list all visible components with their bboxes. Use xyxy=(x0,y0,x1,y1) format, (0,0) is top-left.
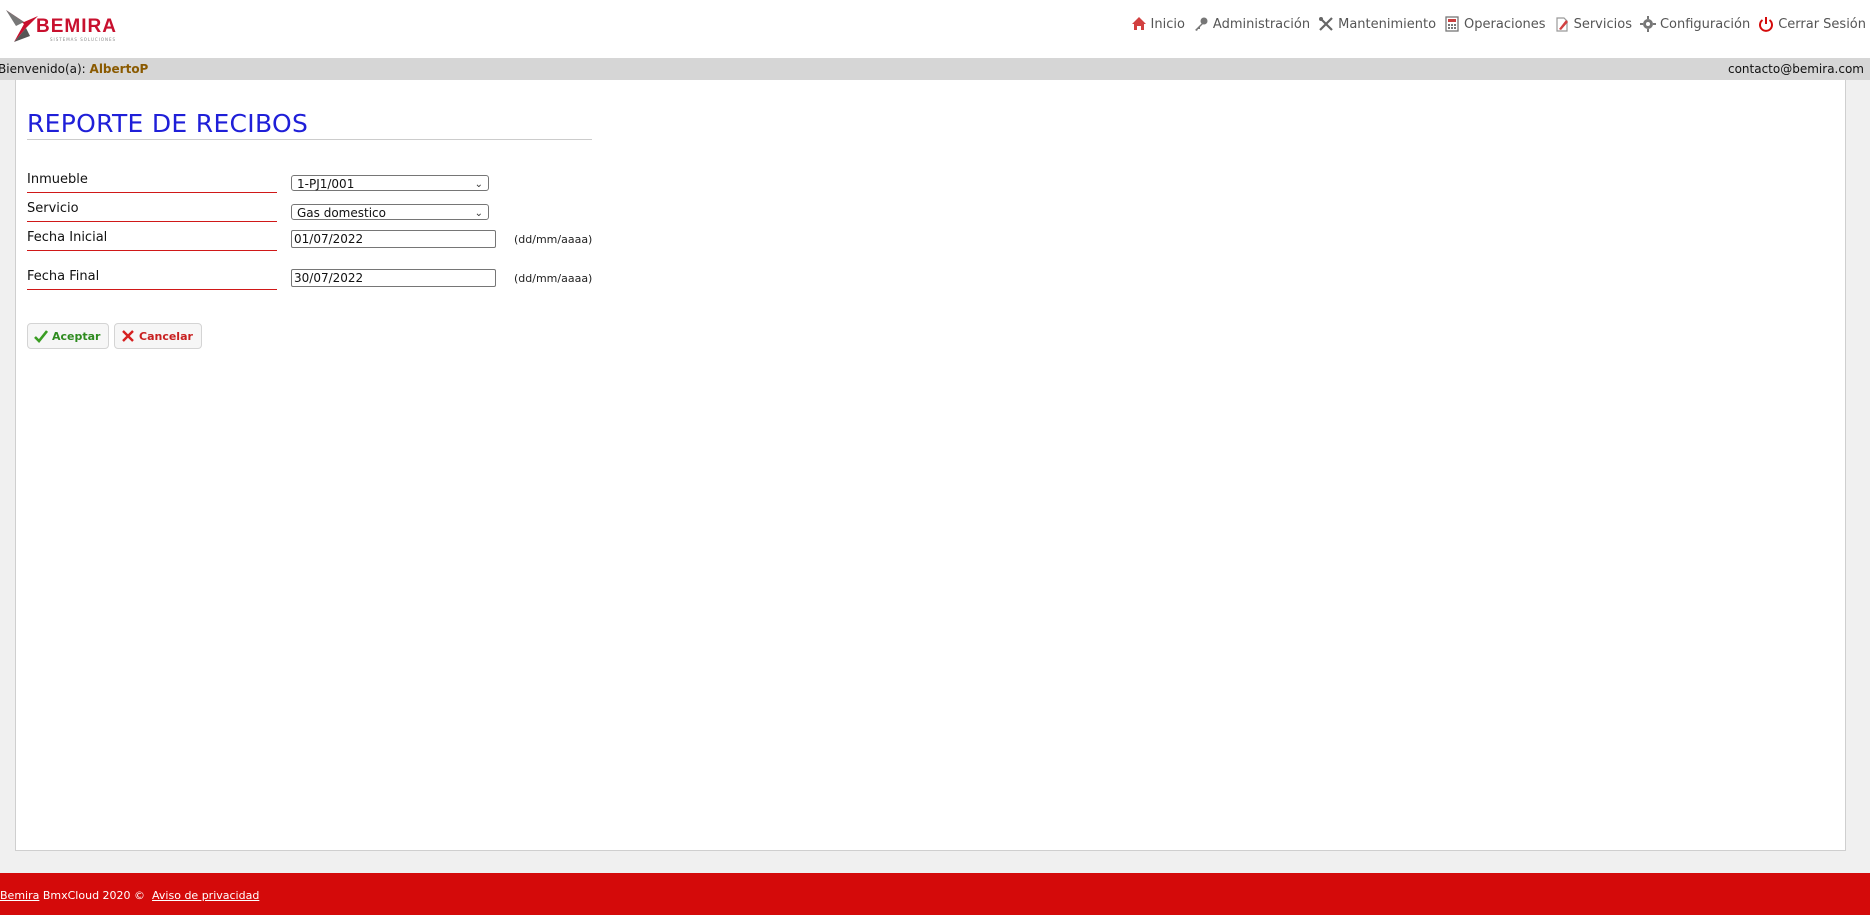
page-title: REPORTE DE RECIBOS xyxy=(27,109,592,140)
date-format-hint: (dd/mm/aaaa) xyxy=(514,272,593,285)
brand-tagline: SISTEMAS SOLUCIONES xyxy=(50,37,117,42)
main-content: REPORTE DE RECIBOS Inmueble 1-PJ1/001 ⌄ … xyxy=(15,80,1846,851)
nav-administracion[interactable]: Administración xyxy=(1193,16,1310,32)
nav-label: Inicio xyxy=(1150,16,1185,32)
brand-name: BEMIRA xyxy=(36,16,117,37)
key-icon xyxy=(1194,17,1208,31)
close-icon xyxy=(122,330,134,342)
select-value: Gas domestico xyxy=(297,206,386,220)
brand-logo[interactable]: BEMIRA SISTEMAS SOLUCIONES xyxy=(4,6,134,46)
field-label: Fecha Inicial xyxy=(27,230,277,251)
welcome-message: Bienvenido(a): AlbertoP xyxy=(0,58,148,80)
power-icon xyxy=(1759,17,1774,32)
footer: Bemira BmxCloud 2020 © Aviso de privacid… xyxy=(0,873,1870,915)
edit-document-icon xyxy=(1555,17,1568,32)
tools-icon xyxy=(1319,17,1333,31)
fecha-inicial-input[interactable]: 01/07/2022 xyxy=(291,230,496,248)
welcome-bar: Bienvenido(a): AlbertoP contacto@bemira.… xyxy=(0,58,1870,80)
field-label: Servicio xyxy=(27,201,277,222)
inmueble-select[interactable]: 1-PJ1/001 ⌄ xyxy=(291,175,489,191)
calculator-icon xyxy=(1445,16,1459,32)
footer-text: Bemira BmxCloud 2020 © Aviso de privacid… xyxy=(0,889,259,902)
nav-cerrar-sesion[interactable]: Cerrar Sesión xyxy=(1758,16,1866,32)
gear-icon xyxy=(1639,16,1656,32)
top-header: BEMIRA SISTEMAS SOLUCIONES Inicio Admini… xyxy=(0,0,1870,58)
nav-mantenimiento[interactable]: Mantenimiento xyxy=(1318,16,1436,32)
nav-servicios[interactable]: Servicios xyxy=(1554,16,1632,32)
nav-label: Servicios xyxy=(1573,16,1632,32)
home-icon xyxy=(1131,17,1146,30)
servicio-select[interactable]: Gas domestico ⌄ xyxy=(291,204,489,220)
nav-inicio[interactable]: Inicio xyxy=(1131,16,1185,32)
cancel-button[interactable]: Cancelar xyxy=(114,323,202,349)
nav-configuracion[interactable]: Configuración xyxy=(1639,16,1751,32)
nav-label: Mantenimiento xyxy=(1338,16,1437,32)
nav-label: Cerrar Sesión xyxy=(1778,16,1866,32)
nav-label: Operaciones xyxy=(1464,16,1546,32)
footer-copyright: BmxCloud 2020 © xyxy=(42,889,146,902)
nav-operaciones[interactable]: Operaciones xyxy=(1444,16,1546,32)
cancel-label: Cancelar xyxy=(139,329,193,343)
field-label: Fecha Final xyxy=(27,269,277,290)
accept-button[interactable]: Aceptar xyxy=(27,323,110,349)
date-format-hint: (dd/mm/aaaa) xyxy=(514,233,593,246)
privacy-link[interactable]: Aviso de privacidad xyxy=(152,889,259,902)
welcome-user: AlbertoP xyxy=(89,62,149,76)
field-label: Inmueble xyxy=(27,172,277,193)
chevron-down-icon: ⌄ xyxy=(474,179,483,190)
footer-brand-link[interactable]: Bemira xyxy=(0,889,39,902)
nav-label: Administración xyxy=(1212,16,1311,32)
welcome-prefix: Bienvenido(a): xyxy=(0,62,86,76)
fecha-final-input[interactable]: 30/07/2022 xyxy=(291,269,496,287)
checkmark-icon xyxy=(34,330,48,343)
nav-label: Configuración xyxy=(1659,16,1751,32)
contact-email: contacto@bemira.com xyxy=(1727,62,1864,76)
chevron-down-icon: ⌄ xyxy=(474,208,483,219)
select-value: 1-PJ1/001 xyxy=(297,177,355,191)
accept-label: Aceptar xyxy=(52,329,101,343)
main-nav: Inicio Administración Mantenimiento Oper… xyxy=(1123,16,1866,32)
